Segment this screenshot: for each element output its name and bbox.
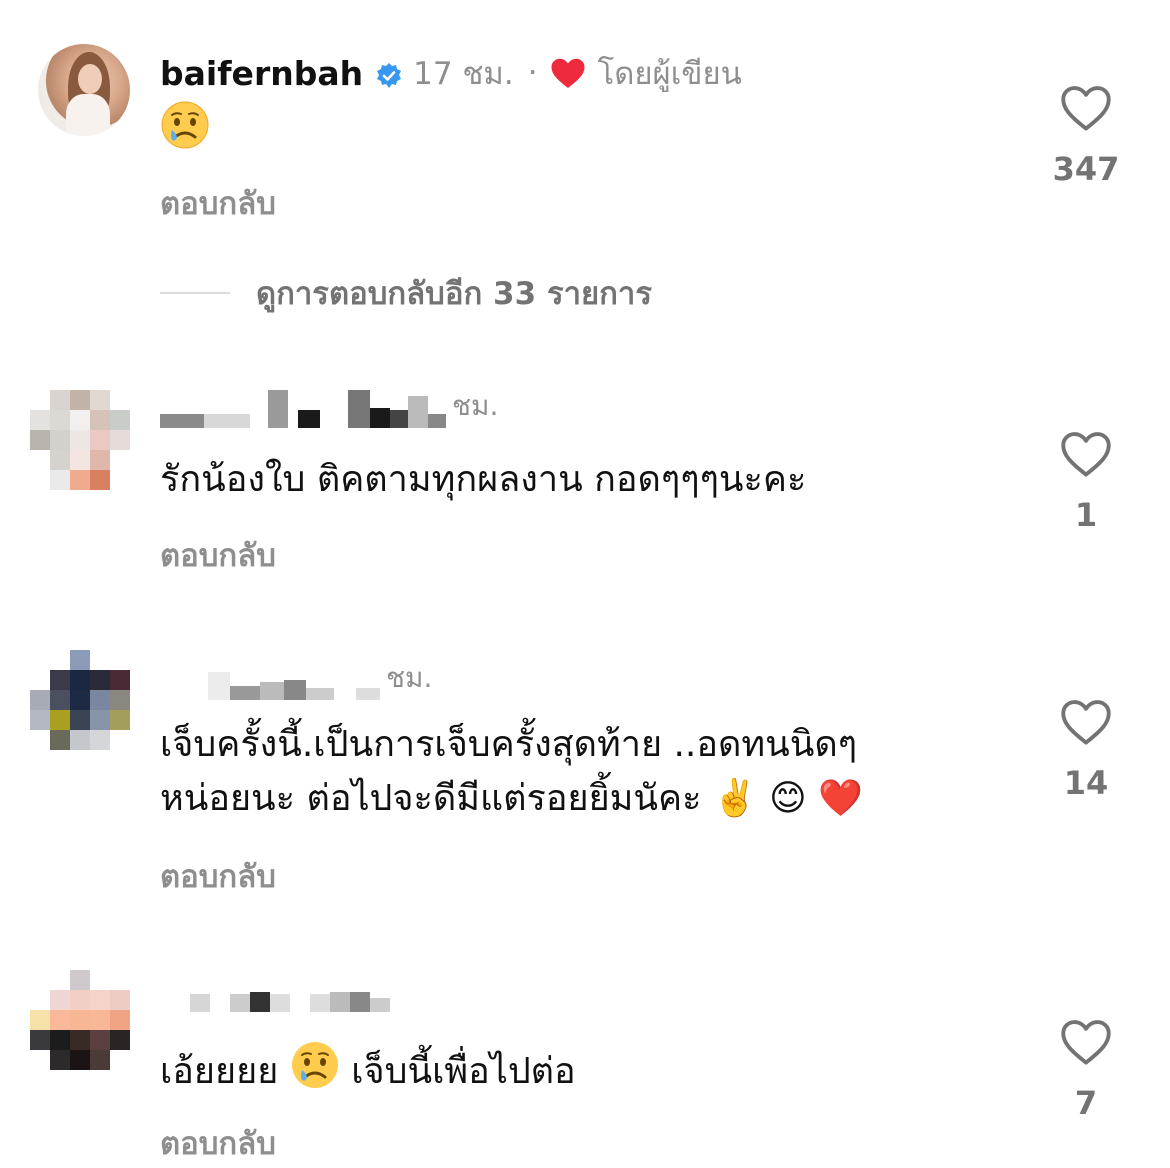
author-liked-heart-icon bbox=[550, 56, 586, 90]
like-count: 1 bbox=[1074, 496, 1098, 534]
like-heart-icon[interactable] bbox=[1060, 1018, 1112, 1066]
like-section: 14 bbox=[1050, 698, 1122, 802]
reply-button[interactable]: ตอบกลับ bbox=[160, 851, 276, 901]
reply-button[interactable]: ตอบกลับ bbox=[160, 530, 276, 580]
comment-text-line-1: เจ็บครั้งนี้.เป็นการเจ็บครั้งสุดท้าย ..อ… bbox=[160, 724, 858, 765]
like-count: 347 bbox=[1052, 150, 1120, 188]
avatar[interactable] bbox=[30, 390, 130, 490]
comment-time: 17 ชม. bbox=[413, 56, 514, 92]
redacted-username[interactable]: ชม. bbox=[160, 388, 498, 428]
avatar[interactable] bbox=[30, 970, 130, 1070]
comment-time: ชม. bbox=[452, 389, 499, 422]
avatar[interactable] bbox=[30, 650, 130, 750]
crying-face-icon bbox=[160, 100, 210, 166]
like-heart-icon[interactable] bbox=[1060, 84, 1112, 132]
reply-button[interactable]: ตอบกลับ bbox=[160, 178, 276, 228]
like-count: 14 bbox=[1063, 764, 1109, 802]
redacted-username[interactable]: ชม. bbox=[160, 660, 432, 700]
avatar[interactable] bbox=[38, 44, 130, 136]
author-liked-label: โดยผู้เขียน bbox=[597, 56, 742, 92]
verified-badge-icon bbox=[375, 59, 403, 88]
comment-text-part: เอ้ยยยย bbox=[160, 1051, 290, 1092]
username[interactable]: baifernbah bbox=[160, 54, 363, 93]
view-more-replies-label[interactable]: ดูการตอบกลับอีก 33 รายการ bbox=[256, 268, 652, 318]
like-section: 7 bbox=[1050, 1018, 1122, 1122]
comment-header: baifernbah 17 ชม. · โดยผู้เขียน bbox=[160, 48, 742, 98]
view-more-replies[interactable]: ดูการตอบกลับอีก 33 รายการ bbox=[160, 268, 652, 318]
crying-face-icon bbox=[290, 1040, 340, 1106]
comment-text bbox=[160, 100, 210, 166]
comment-time: ชม. bbox=[386, 661, 433, 694]
reply-button[interactable]: ตอบกลับ bbox=[160, 1118, 276, 1168]
like-section: 347 bbox=[1050, 84, 1122, 188]
comment-text-part: เจ็บนี้เพื่อไปต่อ bbox=[351, 1051, 576, 1092]
separator: · bbox=[527, 55, 538, 91]
redacted-username[interactable] bbox=[160, 972, 396, 1012]
like-heart-icon[interactable] bbox=[1060, 698, 1112, 746]
like-count: 7 bbox=[1074, 1084, 1098, 1122]
comment-text: รักน้องใบ ติคตามทุกผลงาน กอดๆๆๆนะคะ bbox=[160, 459, 807, 500]
divider bbox=[160, 292, 230, 294]
like-section: 1 bbox=[1050, 430, 1122, 534]
comment-text-line-2: หน่อยนะ ต่อไปจะดีมีแต่รอยยิ้มนัคะ ✌️ 😊 ❤… bbox=[160, 778, 863, 819]
comment-text: เอ้ยยยย เจ็บนี้เพื่อไปต่อ bbox=[160, 1040, 576, 1106]
like-heart-icon[interactable] bbox=[1060, 430, 1112, 478]
